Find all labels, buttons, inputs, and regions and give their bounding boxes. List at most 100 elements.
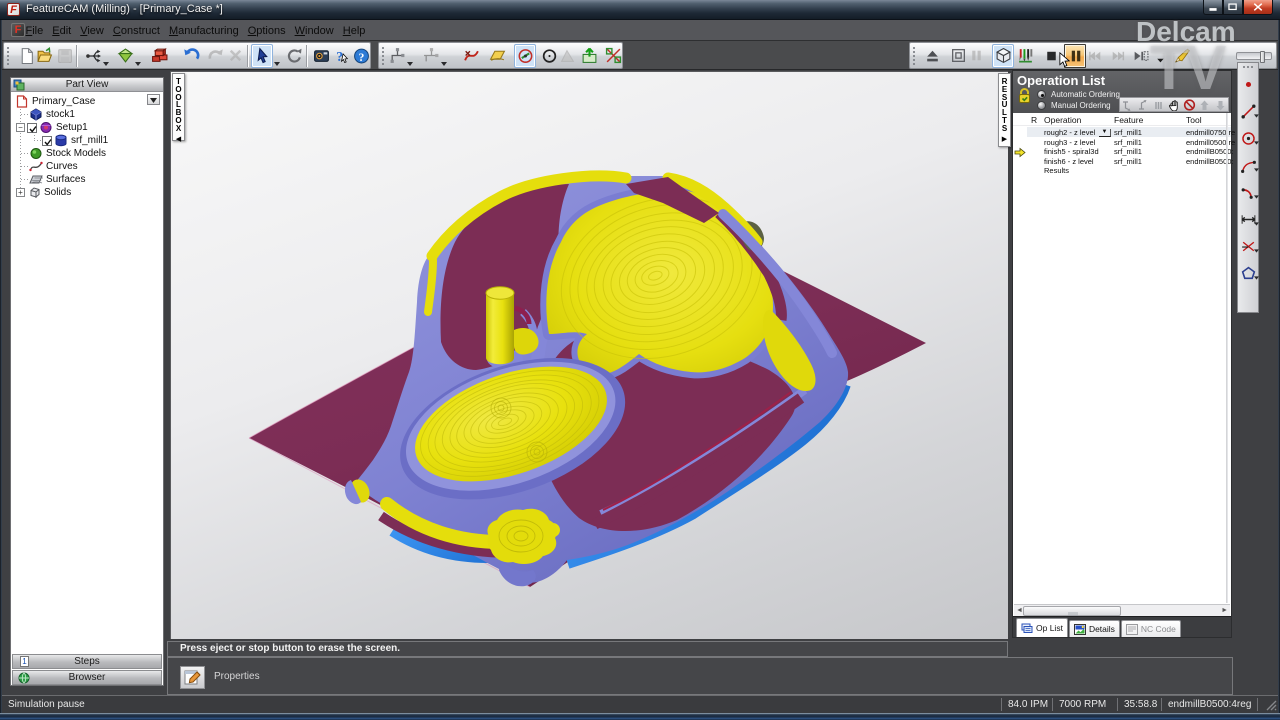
dropdown-arrow-icon[interactable] [134, 44, 142, 68]
tree-item-surfaces[interactable]: Surfaces [29, 173, 85, 186]
steps-bar[interactable]: 1 Steps [12, 654, 162, 669]
select-arrow-button[interactable] [251, 43, 273, 68]
save-button[interactable] [55, 44, 73, 68]
cube-3d-button[interactable] [992, 43, 1014, 68]
tree-item-stock-models[interactable]: Stock Models [29, 147, 106, 160]
radio-automatic-icon[interactable] [1037, 90, 1046, 99]
scrollbar-thumb[interactable] [1023, 606, 1121, 618]
reorder-first-icon[interactable] [1121, 99, 1134, 111]
menu-view[interactable]: View [76, 25, 109, 37]
slider-thumb[interactable] [1260, 50, 1265, 63]
dropdown-arrow-icon[interactable] [1254, 267, 1259, 285]
menu-construct[interactable]: Construct [108, 25, 164, 37]
maximize-button[interactable] [1223, 0, 1243, 15]
tree-item-curves[interactable]: Curves [29, 160, 78, 173]
pattern-button[interactable] [604, 44, 622, 68]
operation-row[interactable]: rough3 - z level srf_mill1 endmill0500:r… [1013, 138, 1235, 148]
round-circle-button[interactable] [540, 44, 558, 68]
manual-ordering-option[interactable]: Manual Ordering [1037, 100, 1111, 111]
dropdown-arrow-icon[interactable] [273, 44, 281, 68]
geo-polygon-button[interactable] [1238, 260, 1259, 287]
feature-wizard-button[interactable] [84, 44, 102, 68]
operation-row[interactable]: finish6 - z level srf_mill1 endmillB0500… [1013, 157, 1234, 167]
simulation-speed-slider[interactable] [1236, 50, 1272, 63]
stop-button[interactable] [1042, 44, 1060, 68]
operation-row[interactable]: Results [1013, 166, 1231, 176]
menu-edit[interactable]: Edit [48, 25, 76, 37]
frame-box-button[interactable] [949, 44, 967, 68]
dropdown-arrow-icon[interactable] [102, 44, 110, 68]
redo-button[interactable] [206, 44, 224, 68]
close-button[interactable] [1243, 0, 1273, 15]
undo-button[interactable] [182, 44, 200, 68]
tab-details[interactable]: Details [1068, 620, 1120, 637]
pause-small-button[interactable] [967, 44, 985, 68]
horizontal-scrollbar[interactable]: ◄ ► [1014, 604, 1230, 618]
dimension-branch2-button[interactable] [422, 44, 440, 68]
operation-table[interactable]: R Operation Feature Tool rough2 - z leve… [1013, 113, 1235, 603]
menu-options[interactable]: Options [243, 25, 290, 37]
minimize-button[interactable] [1203, 0, 1223, 15]
operation-dropdown-button[interactable]: ▼ [1099, 128, 1111, 137]
menu-help[interactable]: Help [338, 25, 370, 37]
geo-trim-button[interactable] [1238, 233, 1259, 260]
eject-button[interactable] [923, 44, 941, 68]
open-file-button[interactable] [35, 44, 53, 68]
dropdown-arrow-icon[interactable] [1254, 213, 1259, 231]
drop-small-button[interactable] [1152, 44, 1170, 68]
menu-window[interactable]: Window [290, 25, 338, 37]
geo-circle-button[interactable] [1238, 125, 1259, 152]
move-up-icon[interactable] [1198, 99, 1211, 111]
expand-icon[interactable]: + [16, 188, 25, 197]
surface-wizard-button[interactable] [488, 44, 506, 68]
geo-line-button[interactable] [1238, 98, 1259, 125]
toolbar-handle[interactable] [6, 45, 11, 66]
skip-forward-button[interactable] [1108, 44, 1126, 68]
toolbox-tab[interactable]: TOOLBOX ◀ [172, 73, 185, 143]
automatic-ordering-option[interactable]: Automatic Ordering [1037, 89, 1120, 100]
operation-row[interactable]: rough2 - z level srf_mill1 endmill0750:r… [1013, 128, 1235, 138]
tree-item-primary-case[interactable]: Primary_Case [15, 95, 95, 108]
move-bars-icon[interactable] [1152, 99, 1165, 111]
chamfer-button[interactable] [558, 44, 576, 68]
part-combo-button[interactable] [147, 94, 160, 105]
srf-checkbox[interactable] [42, 135, 52, 146]
dropdown-arrow-icon[interactable] [1254, 186, 1259, 204]
setup1-checkbox[interactable] [27, 122, 37, 133]
rotate-view-button[interactable] [285, 44, 303, 68]
column-operation[interactable]: Operation [1044, 115, 1081, 125]
menu-file[interactable]: File [21, 25, 48, 37]
context-help-button[interactable]: ? [332, 44, 350, 68]
curve-wizard-button[interactable] [462, 44, 480, 68]
reorder-last-icon[interactable] [1137, 99, 1150, 111]
geo-fillet-button[interactable] [1238, 179, 1259, 206]
move-down-icon[interactable] [1214, 99, 1227, 111]
column-r[interactable]: R [1031, 115, 1037, 125]
dropdown-arrow-icon[interactable] [1254, 240, 1259, 258]
tree-item-solids[interactable]: + Solids [16, 186, 71, 199]
dropdown-arrow-icon[interactable] [1254, 159, 1259, 177]
properties-button[interactable] [180, 666, 205, 689]
help-button[interactable]: ? [352, 44, 370, 68]
radio-manual-icon[interactable] [1037, 101, 1046, 110]
part-view-header[interactable]: Part View [11, 78, 163, 92]
play-to-op-button[interactable] [1131, 44, 1149, 68]
toolbar-handle[interactable] [912, 45, 917, 66]
resize-grip[interactable] [1266, 700, 1277, 711]
column-tool[interactable]: Tool [1186, 115, 1202, 125]
geo-arc-button[interactable] [1238, 152, 1259, 179]
tree-item-setup1[interactable]: − Setup1 [16, 121, 88, 134]
operation-row[interactable]: finish5 - spiral3d srf_mill1 endmillB050… [1013, 147, 1234, 157]
browser-bar[interactable]: Browser [12, 670, 162, 685]
dropdown-arrow-icon[interactable] [440, 44, 448, 68]
column-feature[interactable]: Feature [1114, 115, 1143, 125]
collapse-icon[interactable]: − [16, 123, 25, 132]
simulation-bricks-button[interactable] [150, 44, 168, 68]
dropdown-arrow-icon[interactable] [1254, 105, 1259, 123]
toolbar-handle[interactable] [381, 45, 386, 66]
new-document-button[interactable] [17, 44, 35, 68]
geo-point-button[interactable] [1238, 71, 1258, 98]
tool-colors-button[interactable] [1016, 44, 1034, 68]
dropdown-arrow-icon[interactable] [1254, 132, 1259, 150]
geo-dimension-button[interactable] [1238, 206, 1259, 233]
